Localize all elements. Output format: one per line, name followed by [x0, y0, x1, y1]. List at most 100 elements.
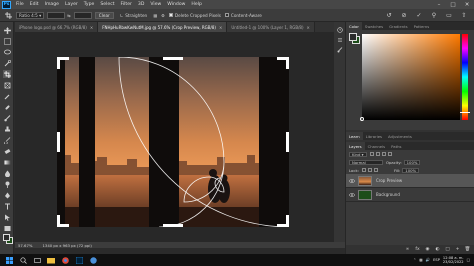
document-image[interactable]	[57, 57, 289, 227]
tray-arrow-icon[interactable]: ⌃	[413, 258, 416, 262]
menu-image[interactable]: Image	[42, 2, 62, 7]
delete-cropped-checkbox[interactable]	[168, 13, 173, 17]
visibility-eye-icon[interactable]	[349, 192, 355, 197]
menu-type[interactable]: Type	[81, 2, 98, 7]
tab-learn[interactable]: Learn	[346, 132, 363, 140]
brush-tool-icon[interactable]	[3, 114, 11, 122]
menu-view[interactable]: View	[147, 2, 164, 7]
tab-libraries[interactable]: Libraries	[363, 132, 385, 140]
blur-tool-icon[interactable]	[3, 169, 11, 177]
lock-all-icon[interactable]	[373, 168, 378, 172]
layer-style-icon[interactable]: fx	[415, 247, 420, 252]
fill-input[interactable]: 100%	[402, 167, 420, 173]
foreground-color-swatch[interactable]	[3, 234, 10, 241]
filter-pixel-icon[interactable]	[369, 152, 374, 156]
opacity-input[interactable]: 100%	[403, 159, 421, 165]
ratio-preset-select[interactable]: Ratio 4:5 ▾	[16, 11, 45, 19]
lasso-tool-icon[interactable]	[3, 48, 11, 56]
crop-tool-icon[interactable]	[3, 70, 11, 78]
history-brush-tool-icon[interactable]	[3, 136, 11, 144]
layer-kind-filter[interactable]: Kind ▾	[349, 151, 367, 157]
color-picker-cursor[interactable]	[360, 117, 364, 121]
pen-tool-icon[interactable]	[3, 191, 11, 199]
tab-paths[interactable]: Paths	[388, 142, 404, 150]
tab-layers[interactable]: Layers	[346, 142, 365, 150]
canvas-area[interactable]	[15, 32, 345, 242]
blend-mode-select[interactable]: Normal	[349, 159, 383, 165]
quick-select-tool-icon[interactable]	[3, 59, 11, 67]
tab-adjustments[interactable]: Adjustments	[385, 132, 415, 140]
healing-brush-tool-icon[interactable]	[3, 103, 11, 111]
workspace-icon[interactable]: ▭	[445, 11, 453, 19]
search-icon[interactable]	[18, 255, 28, 265]
zoom-level[interactable]: 57.67%	[15, 243, 32, 248]
ratio-height-input[interactable]	[73, 11, 92, 19]
commit-check-icon[interactable]: ✓	[415, 11, 423, 19]
menu-file[interactable]: File	[13, 2, 27, 7]
app-icon[interactable]	[88, 255, 98, 265]
tab-color[interactable]: Color	[346, 22, 362, 30]
close-icon[interactable]: ✕	[460, 0, 474, 9]
link-layers-icon[interactable]: ∞	[405, 247, 410, 252]
eyedropper-tool-icon[interactable]	[3, 92, 11, 100]
path-selection-tool-icon[interactable]	[3, 213, 11, 221]
tab-document-untitled[interactable]: Untitled-1 @ 100% (Layer 1, RGB/8) ×	[227, 22, 315, 32]
adjustment-layer-icon[interactable]: ◐	[435, 247, 440, 252]
trash-icon[interactable]: 🗑	[465, 247, 471, 252]
clock[interactable]: 12:08 a. m. 23/02/2022	[443, 256, 464, 265]
close-tab-icon[interactable]: ×	[90, 25, 93, 30]
history-icon[interactable]	[336, 26, 343, 33]
menu-filter[interactable]: Filter	[118, 2, 135, 7]
notifications-icon[interactable]: □	[467, 258, 470, 262]
gradient-tool-icon[interactable]	[3, 158, 11, 166]
new-group-icon[interactable]: □	[445, 247, 450, 252]
minimize-icon[interactable]: –	[432, 0, 446, 9]
properties-icon[interactable]	[336, 36, 343, 43]
menu-help[interactable]: Help	[188, 2, 204, 7]
tab-document-iphone-logo[interactable]: iPhone logo.psd @ 66.7% (RGB/8) ×	[15, 22, 99, 32]
crop-tool-icon[interactable]	[3, 11, 13, 20]
menu-layer[interactable]: Layer	[62, 2, 81, 7]
network-icon[interactable]: ▩	[419, 258, 422, 262]
tab-channels[interactable]: Channels	[365, 142, 389, 150]
close-tab-icon[interactable]: ×	[219, 25, 222, 30]
foreground-color-swatch[interactable]	[349, 33, 357, 41]
eraser-tool-icon[interactable]	[3, 147, 11, 155]
layer-background[interactable]: Background	[346, 188, 474, 202]
chrome-icon[interactable]	[60, 255, 70, 265]
clear-button[interactable]: Clear	[94, 11, 114, 19]
lock-pixels-icon[interactable]	[361, 168, 366, 172]
move-tool-icon[interactable]	[3, 26, 11, 34]
tab-patterns[interactable]: Patterns	[411, 22, 433, 30]
settings-gear-icon[interactable]: ⚙	[161, 13, 165, 18]
reset-icon[interactable]: ↺	[385, 11, 393, 19]
tab-document-active[interactable]: FNHpHuRbwKwNutM.jpg @ 57.6% (Crop Previe…	[98, 22, 228, 32]
menu-3d[interactable]: 3D	[135, 2, 147, 7]
overlay-grid-icon[interactable]: ▦	[153, 13, 157, 18]
rectangle-tool-icon[interactable]	[3, 224, 11, 232]
file-explorer-icon[interactable]	[46, 255, 56, 265]
menu-select[interactable]: Select	[97, 2, 117, 7]
tab-swatches[interactable]: Swatches	[362, 22, 386, 30]
filter-type-icon[interactable]	[381, 152, 386, 156]
hue-slider-handle[interactable]	[460, 112, 470, 113]
add-mask-icon[interactable]: ◉	[425, 247, 430, 252]
share-icon[interactable]: ⇧	[460, 11, 468, 19]
color-picker-field[interactable]	[360, 34, 460, 121]
menu-window[interactable]: Window	[164, 2, 188, 7]
filter-adjustment-icon[interactable]	[375, 152, 380, 156]
hue-slider[interactable]	[462, 34, 468, 120]
task-view-icon[interactable]	[32, 255, 42, 265]
ratio-width-input[interactable]	[47, 11, 66, 19]
clone-stamp-tool-icon[interactable]	[3, 125, 11, 133]
search-icon[interactable]: ⚲	[430, 11, 438, 19]
swap-icon[interactable]: ⇆	[67, 13, 71, 18]
filter-shape-icon[interactable]	[387, 152, 392, 156]
windows-start-icon[interactable]	[4, 255, 14, 265]
straighten-icon[interactable]: ∟	[120, 13, 124, 18]
marquee-tool-icon[interactable]	[3, 37, 11, 45]
language-indicator[interactable]: ESP	[433, 258, 440, 262]
dodge-tool-icon[interactable]	[3, 180, 11, 188]
layer-crop-preview[interactable]: Crop Preview	[346, 174, 474, 188]
photoshop-taskbar-icon[interactable]	[74, 255, 84, 265]
